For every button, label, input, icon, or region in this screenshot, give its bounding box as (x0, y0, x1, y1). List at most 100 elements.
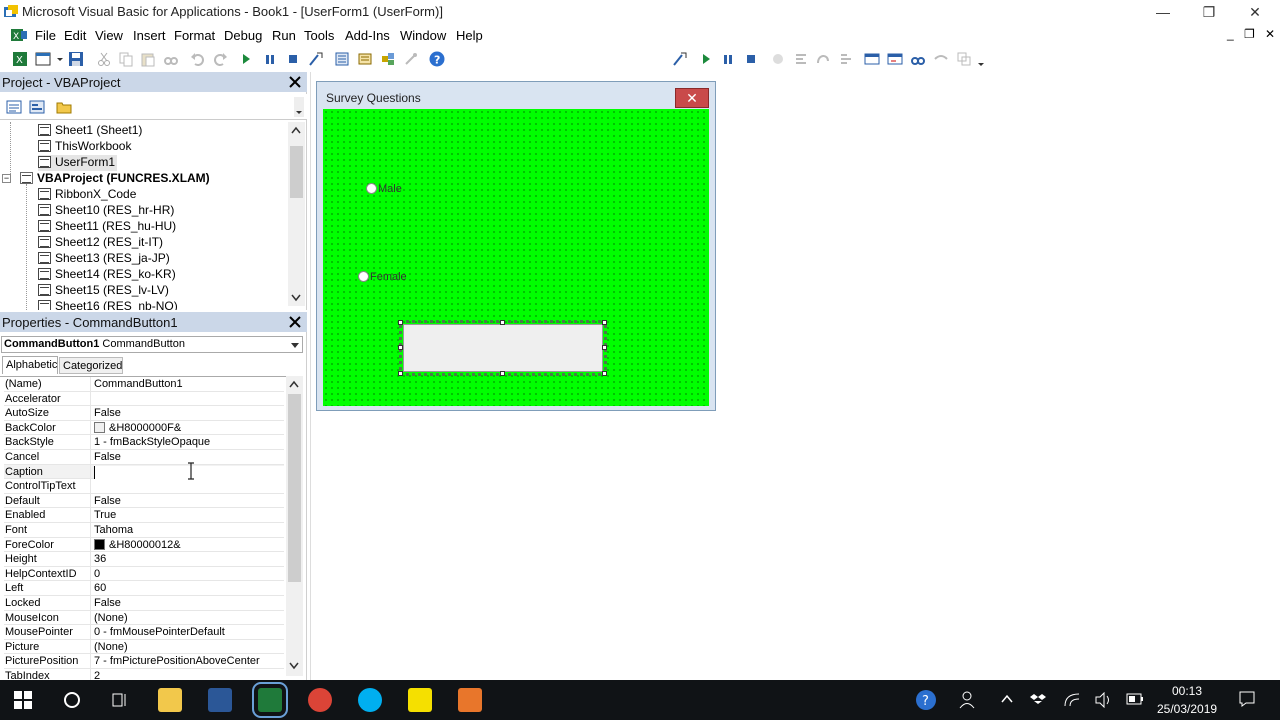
menu-insert[interactable]: Insert (133, 28, 166, 43)
reset-icon[interactable] (285, 51, 301, 67)
property-value[interactable]: (None) (94, 612, 128, 624)
chrome-icon[interactable] (308, 688, 332, 712)
property-row[interactable]: ControlTipText (4, 479, 284, 494)
tab-categorized[interactable]: Categorized (59, 357, 123, 374)
property-value[interactable]: 0 - fmMousePointerDefault (94, 626, 225, 638)
help-icon[interactable]: ? (429, 51, 445, 67)
insert-userform-icon[interactable] (35, 51, 51, 67)
property-row-selected[interactable]: Caption (4, 464, 284, 480)
tree-item-project[interactable]: VBAProject (FUNCRES.XLAM) (20, 171, 210, 187)
reset-2-icon[interactable] (743, 51, 759, 67)
save-icon[interactable] (68, 51, 84, 67)
object-browser-icon[interactable] (380, 51, 396, 67)
design-mode-2-icon[interactable] (672, 51, 688, 67)
menu-tools[interactable]: Tools (304, 28, 334, 43)
property-value[interactable]: Tahoma (94, 524, 133, 536)
excel-icon[interactable] (252, 682, 288, 718)
tree-collapse-icon[interactable]: − (2, 174, 11, 183)
property-value[interactable]: 36 (94, 553, 106, 565)
people-icon[interactable] (958, 690, 976, 710)
project-scrollbar[interactable] (288, 122, 305, 306)
property-value[interactable]: 7 - fmPicturePositionAboveCenter (94, 655, 260, 667)
mdi-close-button[interactable]: ✕ (1265, 27, 1275, 41)
menu-debug[interactable]: Debug (224, 28, 262, 43)
tree-item[interactable]: Sheet12 (RES_it-IT) (38, 235, 163, 251)
step-out-icon[interactable] (838, 51, 854, 67)
menu-help[interactable]: Help (456, 28, 483, 43)
property-row[interactable]: Enabled True (4, 508, 284, 523)
property-row[interactable]: BackColor &H8000000F& (4, 420, 284, 436)
property-row[interactable]: BackStyle 1 - fmBackStyleOpaque (4, 435, 284, 450)
locals-window-icon[interactable] (864, 51, 880, 67)
properties-window-icon[interactable] (357, 51, 373, 67)
property-value[interactable]: False (94, 495, 121, 507)
mdi-minimize-button[interactable]: _ (1227, 27, 1234, 41)
screen-recorder-icon[interactable] (458, 688, 482, 712)
menu-run[interactable]: Run (272, 28, 296, 43)
paste-icon[interactable] (140, 51, 156, 67)
command-button-1[interactable] (399, 320, 607, 376)
menu-add-ins[interactable]: Add-Ins (345, 28, 390, 43)
property-value[interactable]: (None) (94, 641, 128, 653)
property-row[interactable]: Accelerator (4, 391, 284, 407)
scroll-down-icon[interactable] (291, 294, 301, 302)
immediate-window-icon[interactable] (887, 51, 903, 67)
property-row[interactable]: MouseIcon (None) (4, 610, 284, 626)
toggle-breakpoint-icon[interactable] (770, 51, 786, 67)
property-value[interactable]: True (94, 509, 116, 521)
cortana-search-icon[interactable] (62, 690, 82, 710)
view-object-icon[interactable] (29, 99, 45, 115)
resize-handle-sw[interactable] (398, 371, 403, 376)
toolbar-overflow-2-icon[interactable] (977, 51, 985, 67)
tree-item[interactable]: Sheet15 (RES_lv-LV) (38, 283, 169, 299)
excel-view-icon[interactable]: X (10, 27, 28, 43)
wifi-icon[interactable] (1063, 692, 1081, 708)
action-center-icon[interactable] (1238, 690, 1256, 708)
property-row[interactable]: ForeColor &H80000012& (4, 537, 284, 553)
resize-handle-nw[interactable] (398, 320, 403, 325)
tree-item[interactable]: ThisWorkbook (38, 139, 131, 155)
toggle-folders-icon[interactable] (56, 99, 72, 115)
option-male[interactable]: Male (366, 183, 402, 195)
restore-button[interactable]: ❐ (1186, 2, 1232, 22)
file-explorer-icon[interactable] (158, 688, 182, 712)
property-value[interactable]: 0 (94, 568, 100, 580)
scroll-down-icon[interactable] (289, 662, 299, 670)
help-tray-icon[interactable]: ? (914, 688, 938, 712)
word-icon[interactable] (208, 688, 232, 712)
property-row[interactable]: HelpContextID 0 (4, 566, 284, 582)
menu-window[interactable]: Window (400, 28, 446, 43)
view-code-icon[interactable] (6, 99, 22, 115)
resize-handle-w[interactable] (398, 345, 403, 350)
menu-format[interactable]: Format (174, 28, 215, 43)
property-row[interactable]: MousePointer 0 - fmMousePointerDefault (4, 625, 284, 640)
property-row[interactable]: PicturePosition 7 - fmPicturePositionAbov… (4, 654, 284, 669)
close-project-pane-icon[interactable] (286, 73, 304, 91)
volume-icon[interactable] (1094, 692, 1112, 708)
object-selector[interactable]: CommandButton1 CommandButton (1, 336, 303, 353)
redo-icon[interactable] (212, 51, 228, 67)
battery-icon[interactable] (1126, 693, 1144, 705)
mdi-restore-button[interactable]: ❐ (1244, 27, 1255, 41)
call-stack-icon[interactable] (956, 51, 972, 67)
property-row[interactable]: Font Tahoma (4, 523, 284, 538)
property-row[interactable]: (Name) CommandButton1 (4, 377, 284, 392)
toolbox-icon[interactable] (403, 51, 419, 67)
close-properties-pane-icon[interactable] (286, 313, 304, 331)
clock-time[interactable]: 00:13 (1172, 684, 1202, 698)
skype-icon[interactable] (358, 688, 382, 712)
tree-item[interactable]: Sheet16 (RES_nb-NO) (38, 299, 178, 310)
step-over-icon[interactable] (815, 51, 831, 67)
design-mode-icon[interactable] (308, 51, 324, 67)
run-icon[interactable] (238, 51, 254, 67)
scroll-thumb[interactable] (290, 146, 303, 198)
cut-icon[interactable] (96, 51, 112, 67)
tab-alphabetic[interactable]: Alphabetic (2, 356, 58, 374)
property-row[interactable]: Cancel False (4, 450, 284, 465)
tree-item[interactable]: Sheet1 (Sheet1) (38, 123, 142, 139)
project-explorer-icon[interactable] (334, 51, 350, 67)
property-row[interactable]: TabIndex 2 (4, 669, 284, 680)
sticky-notes-icon[interactable] (408, 688, 432, 712)
project-pane-scroll-icon[interactable] (294, 97, 304, 117)
property-value[interactable]: 1 - fmBackStyleOpaque (94, 436, 210, 448)
